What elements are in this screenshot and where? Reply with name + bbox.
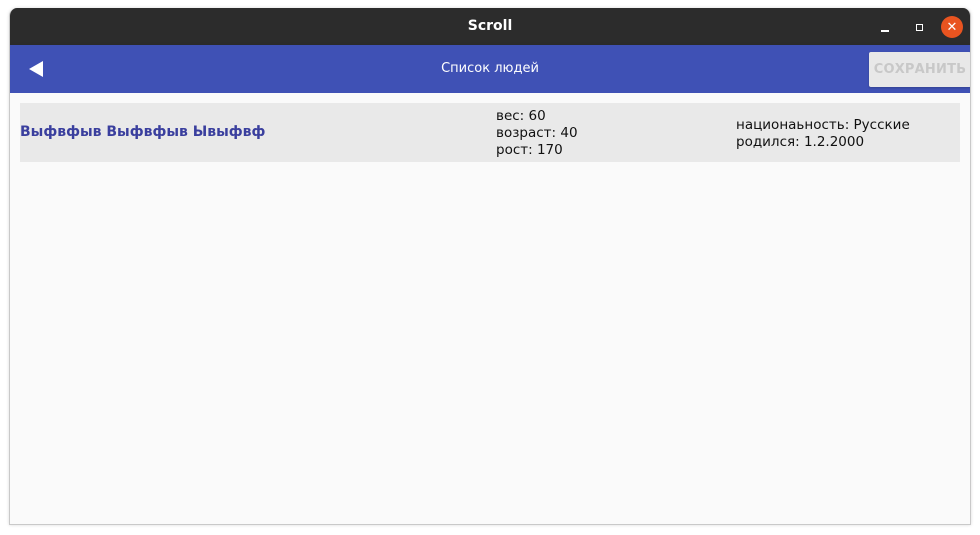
person-height: рост: 170 xyxy=(496,142,563,158)
save-button[interactable]: СОХРАНИТЬ xyxy=(869,52,970,87)
window-title: Scroll xyxy=(467,18,513,34)
person-nationality: нациoнаьность: Русские xyxy=(736,117,910,133)
close-button[interactable]: ✕ xyxy=(941,16,963,38)
person-details: нациoнаьность: Русские родился: 1.2.2000 xyxy=(736,117,910,151)
maximize-button[interactable] xyxy=(908,16,930,38)
person-weight: вес: 60 xyxy=(496,108,546,124)
person-born: родился: 1.2.2000 xyxy=(736,134,865,150)
minimize-icon xyxy=(881,30,889,32)
people-list[interactable]: Выфвфыв Выфвфыв Ывыфвф вес: 60 возраст: … xyxy=(10,93,970,524)
list-item[interactable]: Выфвфыв Выфвфыв Ывыфвф вес: 60 возраст: … xyxy=(20,103,960,162)
close-icon: ✕ xyxy=(946,19,958,35)
person-age: возраст: 40 xyxy=(496,125,578,141)
title-bar[interactable]: Scroll ✕ xyxy=(10,8,970,45)
app-window: Scroll ✕ Список людей СОХРАНИТЬ Выфвфыв … xyxy=(9,8,971,525)
maximize-icon xyxy=(915,23,923,31)
person-stats: вес: 60 возраст: 40 рост: 170 xyxy=(496,108,578,159)
minimize-button[interactable] xyxy=(874,16,896,38)
person-name: Выфвфыв Выфвфыв Ывыфвф xyxy=(20,124,266,140)
page-title: Список людей xyxy=(441,61,539,76)
app-bar: Список людей СОХРАНИТЬ xyxy=(10,45,970,93)
